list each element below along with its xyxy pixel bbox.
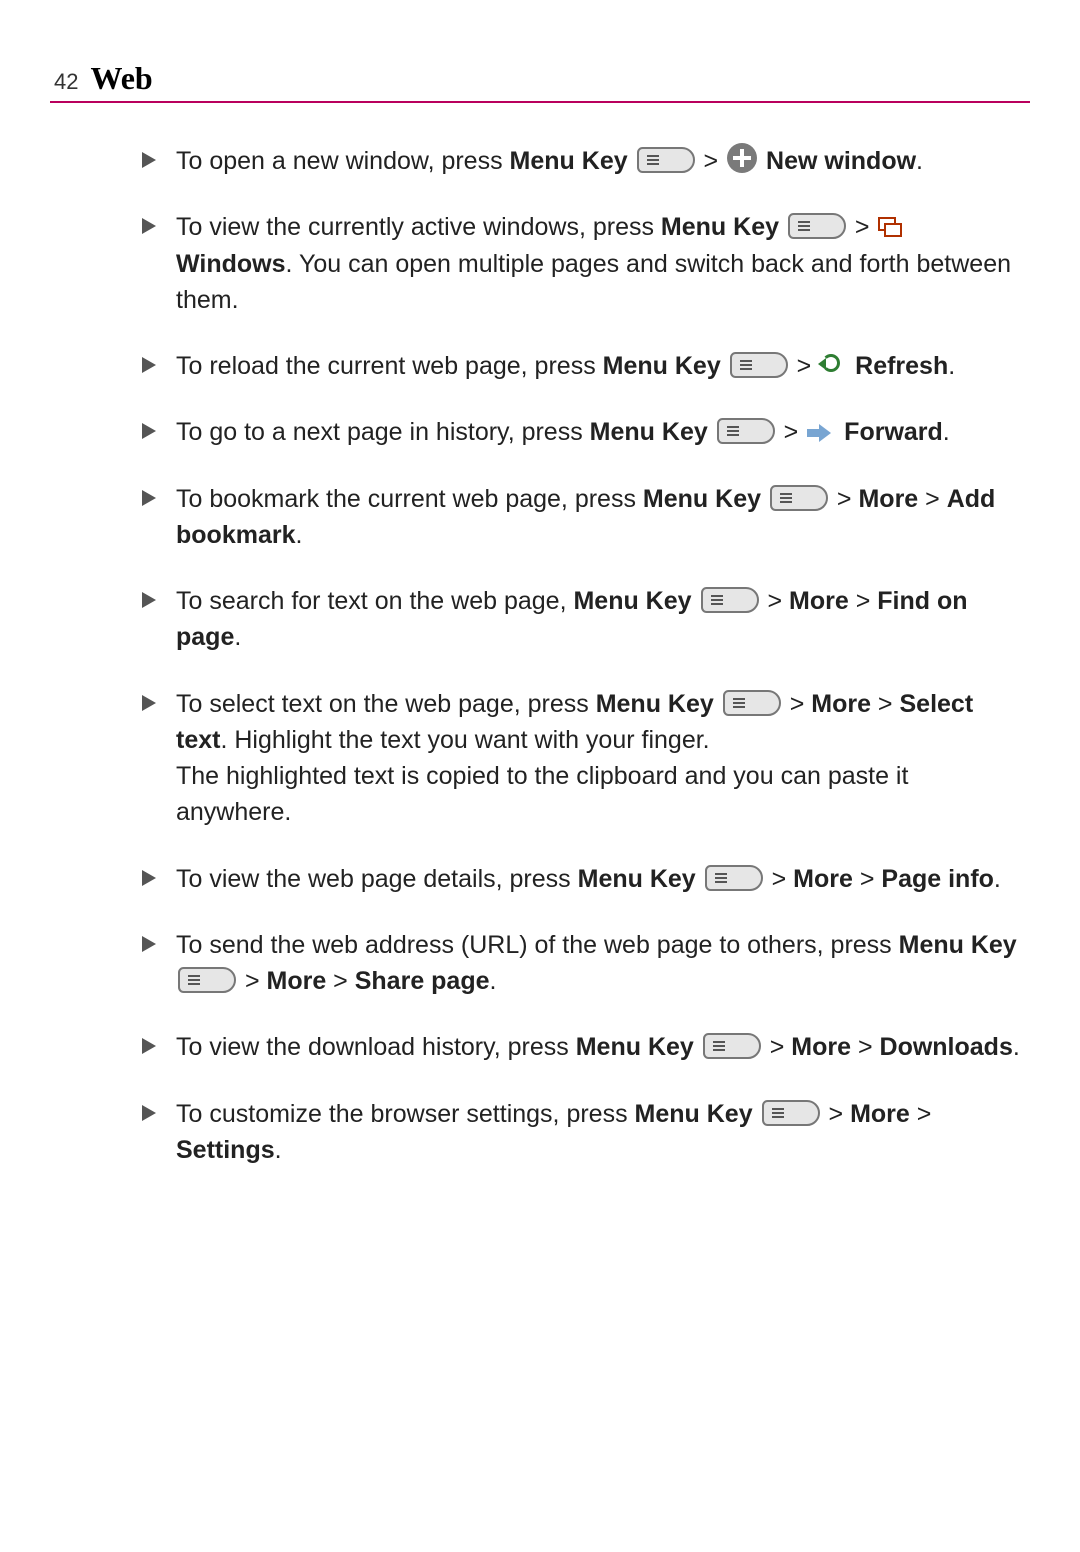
new-window-label: New window [766, 147, 916, 175]
body-text: . [948, 352, 955, 380]
body-text: . [994, 865, 1001, 893]
body-text: . [943, 418, 950, 446]
body-text: . [234, 623, 241, 651]
menu-key-label: Menu Key [643, 485, 761, 513]
body-text: To bookmark the current web page, press [176, 485, 643, 513]
page-number: 42 [54, 69, 78, 95]
body-text: The highlighted text is copied to the cl… [176, 762, 908, 826]
body-text: . [295, 521, 302, 549]
share-page-label: Share page [355, 967, 490, 995]
body-text: To search for text on the web page, [176, 587, 573, 615]
menu-key-label: Menu Key [596, 690, 714, 718]
refresh-icon [820, 352, 846, 378]
body-text: . [1013, 1033, 1020, 1061]
menu-key-icon [701, 587, 759, 613]
list-item: To reload the current web page, press Me… [140, 348, 1020, 384]
menu-key-icon [637, 147, 695, 173]
menu-key-label: Menu Key [590, 418, 708, 446]
menu-key-icon [730, 352, 788, 378]
list-item: To bookmark the current web page, press … [140, 481, 1020, 554]
more-label: More [791, 1033, 851, 1061]
list-item: To view the currently active windows, pr… [140, 209, 1020, 318]
menu-key-icon [703, 1033, 761, 1059]
manual-page: 42 Web To open a new window, press Menu … [0, 0, 1080, 1552]
body-text: To go to a next page in history, press [176, 418, 590, 446]
menu-key-label: Menu Key [635, 1100, 753, 1128]
list-item: To search for text on the web page, Menu… [140, 583, 1020, 656]
windows-icon [878, 217, 904, 239]
body-text: . [490, 967, 497, 995]
more-label: More [858, 485, 918, 513]
menu-key-icon [178, 967, 236, 993]
windows-label: Windows [176, 250, 286, 278]
body-text: . Highlight the text you want with your … [220, 726, 709, 754]
refresh-label: Refresh [855, 352, 948, 380]
downloads-label: Downloads [880, 1033, 1013, 1061]
menu-key-icon [705, 865, 763, 891]
more-label: More [789, 587, 849, 615]
forward-arrow-icon [807, 422, 835, 444]
menu-key-label: Menu Key [573, 587, 691, 615]
body-text: To select text on the web page, press [176, 690, 596, 718]
menu-key-icon [717, 418, 775, 444]
more-label: More [811, 690, 871, 718]
menu-key-icon [788, 213, 846, 239]
more-label: More [850, 1100, 910, 1128]
body-text: . You can open multiple pages and switch… [176, 250, 1011, 314]
list-item: To customize the browser settings, press… [140, 1096, 1020, 1169]
body-text: To view the currently active windows, pr… [176, 213, 661, 241]
body-text: To view the web page details, press [176, 865, 578, 893]
more-label: More [267, 967, 327, 995]
menu-key-label: Menu Key [578, 865, 696, 893]
list-item: To view the download history, press Menu… [140, 1029, 1020, 1065]
list-item: To select text on the web page, press Me… [140, 686, 1020, 831]
menu-key-icon [770, 485, 828, 511]
more-label: More [793, 865, 853, 893]
body-text: To reload the current web page, press [176, 352, 603, 380]
forward-label: Forward [844, 418, 943, 446]
list-item: To go to a next page in history, press M… [140, 414, 1020, 450]
list-item: To send the web address (URL) of the web… [140, 927, 1020, 1000]
menu-key-icon [762, 1100, 820, 1126]
menu-key-label: Menu Key [899, 931, 1017, 959]
list-item: To open a new window, press Menu Key > N… [140, 143, 1020, 179]
body-text: To open a new window, press [176, 147, 510, 175]
page-header: 42 Web [50, 60, 1030, 103]
list-item: To view the web page details, press Menu… [140, 861, 1020, 897]
menu-key-label: Menu Key [603, 352, 721, 380]
body-text: To view the download history, press [176, 1033, 576, 1061]
settings-label: Settings [176, 1136, 275, 1164]
menu-key-icon [723, 690, 781, 716]
body-text: To customize the browser settings, press [176, 1100, 635, 1128]
section-title: Web [90, 60, 152, 97]
body-text: To send the web address (URL) of the web… [176, 931, 899, 959]
menu-key-label: Menu Key [661, 213, 779, 241]
body-text: . [275, 1136, 282, 1164]
menu-key-label: Menu Key [510, 147, 628, 175]
plus-icon [727, 143, 757, 173]
menu-key-label: Menu Key [576, 1033, 694, 1061]
instruction-list: To open a new window, press Menu Key > N… [50, 143, 1030, 1168]
body-text: . [916, 147, 923, 175]
page-info-label: Page info [881, 865, 994, 893]
